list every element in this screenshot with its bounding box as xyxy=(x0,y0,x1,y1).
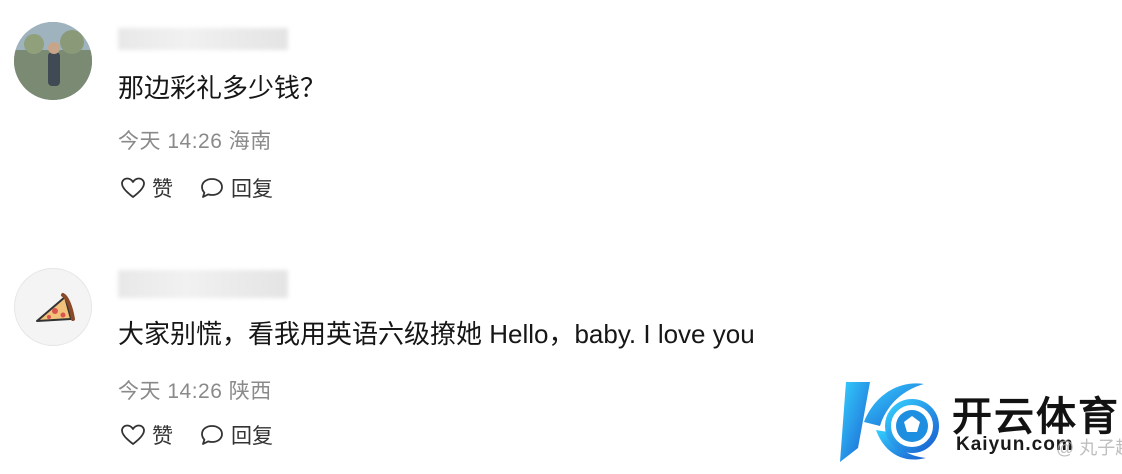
brand-watermark: 开云体育 Kaiyun.com @ 丸子趣谈 xyxy=(840,376,1122,468)
reply-label: 回复 xyxy=(231,178,273,201)
heart-icon xyxy=(121,424,145,445)
username[interactable] xyxy=(118,28,288,50)
avatar[interactable] xyxy=(14,268,92,346)
comment-actions: 赞 回复 xyxy=(120,173,299,203)
comment-item: 那边彩礼多少钱？ 今天 14:26 海南 赞 回复 xyxy=(0,0,1122,230)
heart-icon xyxy=(121,177,145,198)
reply-button[interactable]: 回复 xyxy=(199,420,273,450)
comment-actions: 赞 回复 xyxy=(120,420,299,450)
comment-text: 大家别慌，看我用英语六级撩她 Hello，baby. I love you xyxy=(118,319,755,349)
comment-bubble-icon xyxy=(201,425,223,445)
reply-label: 回复 xyxy=(231,425,273,448)
like-label: 赞 xyxy=(152,425,173,448)
comment-text: 那边彩礼多少钱？ xyxy=(118,73,327,103)
comment-meta: 今天 14:26 海南 xyxy=(118,130,272,153)
comment-bubble-icon xyxy=(201,178,223,198)
pizza-slice-icon xyxy=(36,293,75,322)
reply-button[interactable]: 回复 xyxy=(199,173,273,203)
watermark-overlay-text: @ 丸子趣谈 xyxy=(1056,438,1122,458)
comment-meta: 今天 14:26 陕西 xyxy=(118,380,272,403)
kaiyun-logo-icon xyxy=(840,382,939,462)
avatar-photo-icon xyxy=(14,22,92,100)
like-button[interactable]: 赞 xyxy=(120,420,173,450)
username[interactable] xyxy=(118,270,288,298)
like-button[interactable]: 赞 xyxy=(120,173,173,203)
like-label: 赞 xyxy=(152,178,173,201)
avatar[interactable] xyxy=(14,22,92,100)
